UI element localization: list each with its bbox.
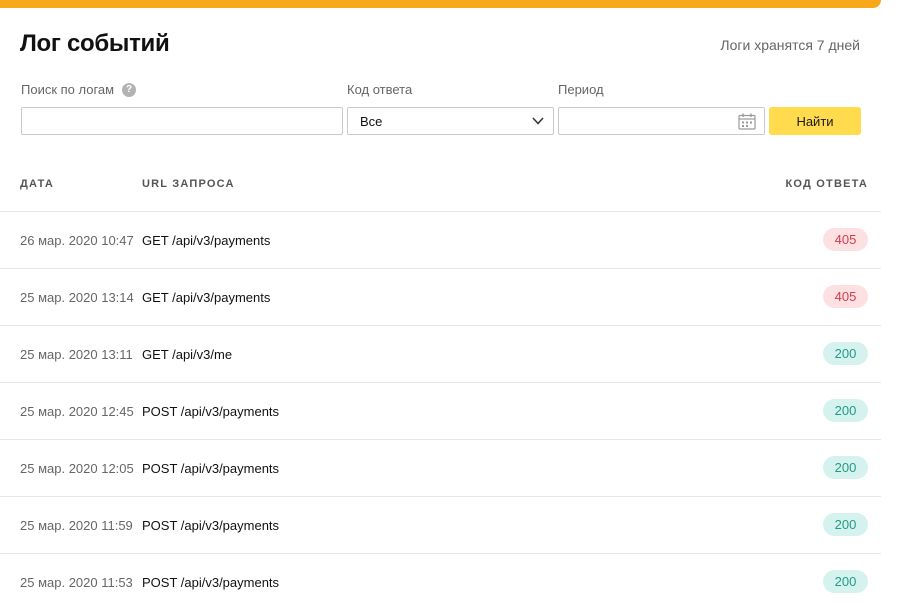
status-badge: 200 [823,456,868,479]
search-label: Поиск по логам ? [21,82,137,97]
calendar-icon[interactable] [738,113,756,130]
status-code-selected: Все [360,114,383,129]
table-row[interactable]: 25 мар. 2020 13:14 GET /api/v3/payments … [0,268,881,325]
row-date: 25 мар. 2020 11:59 [20,518,133,533]
status-badge: 200 [823,399,868,422]
status-badge: 405 [823,228,868,251]
row-url: POST /api/v3/payments [142,518,280,533]
row-url: POST /api/v3/payments [142,575,280,590]
top-accent-bar [0,0,881,8]
row-date: 25 мар. 2020 12:05 [20,461,134,476]
column-header-date: Дата [20,178,55,190]
row-date: 26 мар. 2020 10:47 [20,233,134,248]
row-date: 25 мар. 2020 12:45 [20,404,134,419]
chevron-down-icon [532,117,544,125]
row-url: POST /api/v3/payments [142,461,280,476]
search-label-text: Поиск по логам [21,82,115,97]
row-url: GET /api/v3/payments [142,290,271,305]
table-row[interactable]: 25 мар. 2020 13:11 GET /api/v3/me 200 [0,325,881,382]
find-button[interactable]: Найти [769,107,861,135]
column-header-status-code: Код ответа [785,178,868,190]
row-url: GET /api/v3/payments [142,233,271,248]
status-badge: 200 [823,513,868,536]
row-url: GET /api/v3/me [142,347,233,362]
row-date: 25 мар. 2020 13:11 [20,347,133,362]
page-title: Лог событий [20,30,170,57]
status-badge: 200 [823,570,868,593]
question-circle-icon[interactable]: ? [122,82,137,97]
column-header-url: URL запроса [142,178,235,190]
table-row[interactable]: 26 мар. 2020 10:47 GET /api/v3/payments … [0,211,881,268]
status-badge: 200 [823,342,868,365]
status-code-select[interactable]: Все [347,107,554,135]
row-date: 25 мар. 2020 13:14 [20,290,134,305]
status-code-label: Код ответа [347,82,413,97]
table-row[interactable]: 25 мар. 2020 12:05 POST /api/v3/payments… [0,439,881,496]
period-input[interactable] [558,107,765,135]
period-label: Период [558,82,604,97]
search-input[interactable] [22,108,342,134]
search-field [21,107,343,135]
row-date: 25 мар. 2020 11:53 [20,575,133,590]
retention-note: Логи хранятся 7 дней [720,37,860,53]
table-row[interactable]: 25 мар. 2020 11:53 POST /api/v3/payments… [0,553,881,605]
status-badge: 405 [823,285,868,308]
table-row[interactable]: 25 мар. 2020 12:45 POST /api/v3/payments… [0,382,881,439]
table-row[interactable]: 25 мар. 2020 11:59 POST /api/v3/payments… [0,496,881,553]
row-url: POST /api/v3/payments [142,404,280,419]
page: Лог событий Логи хранятся 7 дней Поиск п… [0,0,908,605]
